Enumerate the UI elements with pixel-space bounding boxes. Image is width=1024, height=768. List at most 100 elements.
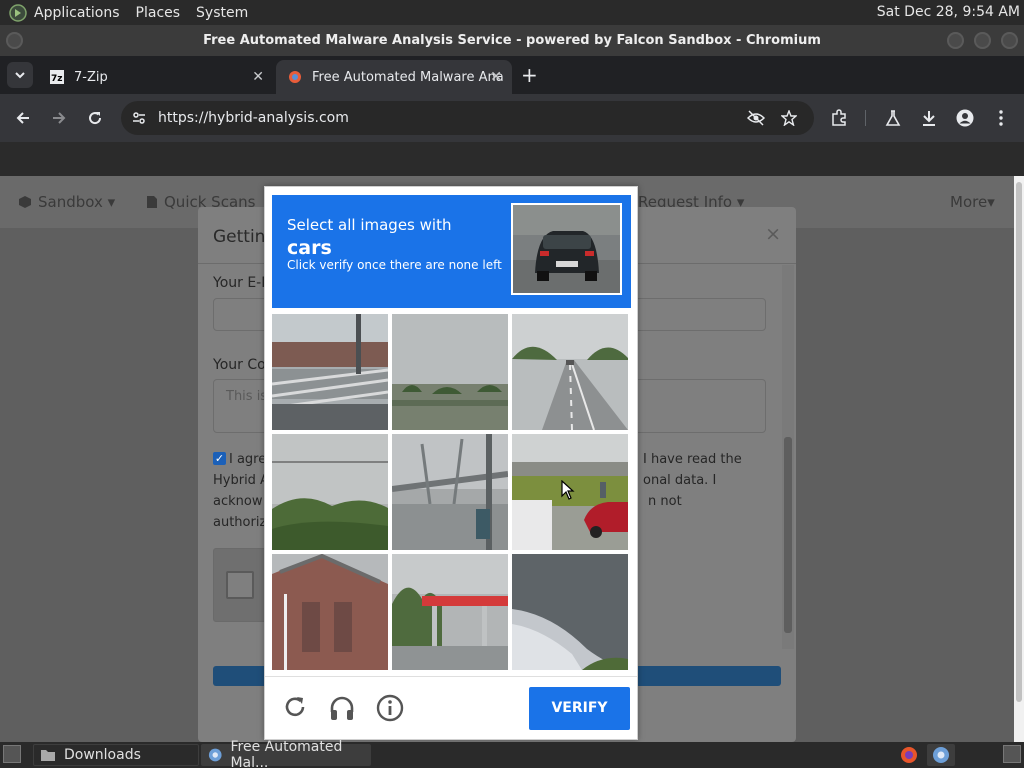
image-tile[interactable]: [272, 314, 388, 430]
extensions-button[interactable]: [827, 106, 851, 130]
bookmark-star-icon[interactable]: [781, 110, 797, 126]
taskbar-item-label: Free Automated Mal...: [230, 739, 343, 768]
url-text[interactable]: https://hybrid-analysis.com: [158, 110, 349, 126]
clock[interactable]: Sat Dec 28, 9:54 AM: [877, 4, 1020, 20]
tab-search-button[interactable]: [7, 62, 33, 88]
labs-button[interactable]: [881, 106, 905, 130]
firefox-icon: [901, 747, 917, 763]
comment-placeholder: This is: [226, 389, 268, 404]
close-icon[interactable]: ✕: [490, 69, 502, 85]
forward-button[interactable]: [47, 106, 71, 130]
nav-sandbox[interactable]: Sandbox ▾: [18, 193, 115, 211]
chevron-down-icon: [15, 72, 25, 79]
comment-label: Your Co: [213, 357, 266, 373]
image-tile[interactable]: [392, 314, 508, 430]
challenge-target: cars: [287, 237, 332, 259]
browser-toolbar: https://hybrid-analysis.com: [0, 94, 1024, 142]
address-bar[interactable]: https://hybrid-analysis.com: [121, 101, 814, 135]
applications-menu[interactable]: Applications: [34, 5, 120, 21]
taskbar-item-downloads[interactable]: Downloads: [33, 744, 199, 766]
tray-chromium[interactable]: [927, 744, 955, 766]
falcon-sandbox-icon: [289, 71, 301, 83]
agree-text-3b: n not: [648, 494, 682, 509]
image-tile[interactable]: [272, 554, 388, 670]
applications-logo-icon: [9, 3, 27, 22]
challenge-instruction: Select all images with: [287, 216, 452, 234]
modal-scroll-thumb[interactable]: [784, 437, 792, 633]
agree-text-1: I agre: [229, 452, 267, 467]
workspace-switcher[interactable]: [1003, 745, 1021, 763]
modal-scrollbar[interactable]: [782, 265, 794, 649]
info-icon: [376, 694, 404, 722]
bookmarks-area: [0, 142, 1024, 176]
file-icon: [147, 196, 157, 208]
cube-icon: [19, 196, 31, 208]
hybrid-analysis-link[interactable]: Hybrid A: [213, 470, 269, 491]
tab-falcon-sandbox[interactable]: Free Automated Malware Ana ✕: [276, 60, 512, 94]
nav-more[interactable]: More ▾: [950, 193, 995, 211]
headphones-icon: [330, 696, 354, 720]
image-tile[interactable]: [512, 314, 628, 430]
agree-checkbox[interactable]: ✓: [213, 452, 226, 465]
system-menu[interactable]: System: [196, 5, 248, 21]
image-grid: [272, 314, 631, 673]
downloads-button[interactable]: [917, 106, 941, 130]
site-settings-icon[interactable]: [132, 111, 146, 125]
challenge-sub-instruction: Click verify once there are none left: [287, 258, 502, 272]
browser-menu-button[interactable]: [989, 106, 1013, 130]
minimize-button[interactable]: [947, 32, 964, 49]
reload-button[interactable]: [83, 106, 107, 130]
arrow-left-icon: [16, 112, 29, 124]
svg-text:7z: 7z: [51, 74, 63, 84]
tab-7zip[interactable]: 7z 7-Zip ✕: [38, 60, 274, 94]
tab-title: Free Automated Malware Ana: [312, 69, 504, 85]
nav-more-label: More: [950, 193, 988, 211]
mouse-cursor-icon: [561, 480, 575, 500]
recaptcha-checkbox[interactable]: [226, 571, 254, 599]
toolbar-divider: [865, 110, 866, 126]
modal-title: Gettin: [213, 227, 266, 247]
profile-button[interactable]: [953, 106, 977, 130]
window-title: Free Automated Malware Analysis Service …: [203, 33, 821, 48]
bottom-taskbar: Downloads Free Automated Mal...: [0, 739, 1024, 768]
page-scrollbar[interactable]: [1014, 176, 1024, 742]
places-menu[interactable]: Places: [136, 5, 181, 21]
show-desktop-button[interactable]: [3, 745, 21, 763]
taskbar-item-label: Downloads: [64, 747, 141, 763]
window-titlebar[interactable]: Free Automated Malware Analysis Service …: [0, 25, 1024, 56]
tab-title: 7-Zip: [74, 69, 108, 85]
close-icon[interactable]: ×: [765, 223, 781, 245]
maximize-button[interactable]: [974, 32, 991, 49]
reload-challenge-button[interactable]: [282, 694, 312, 724]
close-window-button[interactable]: [1001, 32, 1018, 49]
eye-off-icon[interactable]: [747, 110, 765, 126]
image-tile[interactable]: [392, 434, 508, 550]
image-tile[interactable]: [272, 434, 388, 550]
chromium-icon: [208, 748, 222, 762]
verify-button[interactable]: VERIFY: [529, 687, 630, 730]
reload-icon: [89, 112, 102, 125]
help-button[interactable]: [376, 694, 406, 724]
reload-icon: [285, 697, 305, 717]
page-scroll-thumb[interactable]: [1016, 182, 1022, 702]
sample-image: [511, 203, 622, 295]
top-panel: Applications Places System Sat Dec 28, 9…: [0, 0, 1024, 25]
nav-sandbox-label: Sandbox: [38, 193, 103, 211]
profile-icon: [956, 109, 974, 127]
back-button[interactable]: [11, 106, 35, 130]
agree-text-3: acknow: [213, 494, 263, 509]
taskbar-item-chromium[interactable]: Free Automated Mal...: [201, 739, 371, 768]
kebab-menu-icon: [999, 110, 1003, 126]
challenge-header: Select all images with cars Click verify…: [272, 195, 631, 308]
image-tile[interactable]: [512, 554, 628, 670]
challenge-divider: [265, 676, 637, 677]
tray-firefox[interactable]: [895, 744, 923, 766]
flask-icon: [885, 110, 901, 126]
image-tile[interactable]: [392, 554, 508, 670]
close-icon[interactable]: ✕: [252, 69, 264, 85]
new-tab-button[interactable]: +: [521, 65, 538, 85]
arrow-right-icon: [53, 112, 66, 124]
audio-challenge-button[interactable]: [328, 694, 358, 724]
tab-bar: 7z 7-Zip ✕ Free Automated Malware Ana ✕ …: [0, 56, 1024, 94]
window-menu-button[interactable]: [6, 32, 23, 49]
